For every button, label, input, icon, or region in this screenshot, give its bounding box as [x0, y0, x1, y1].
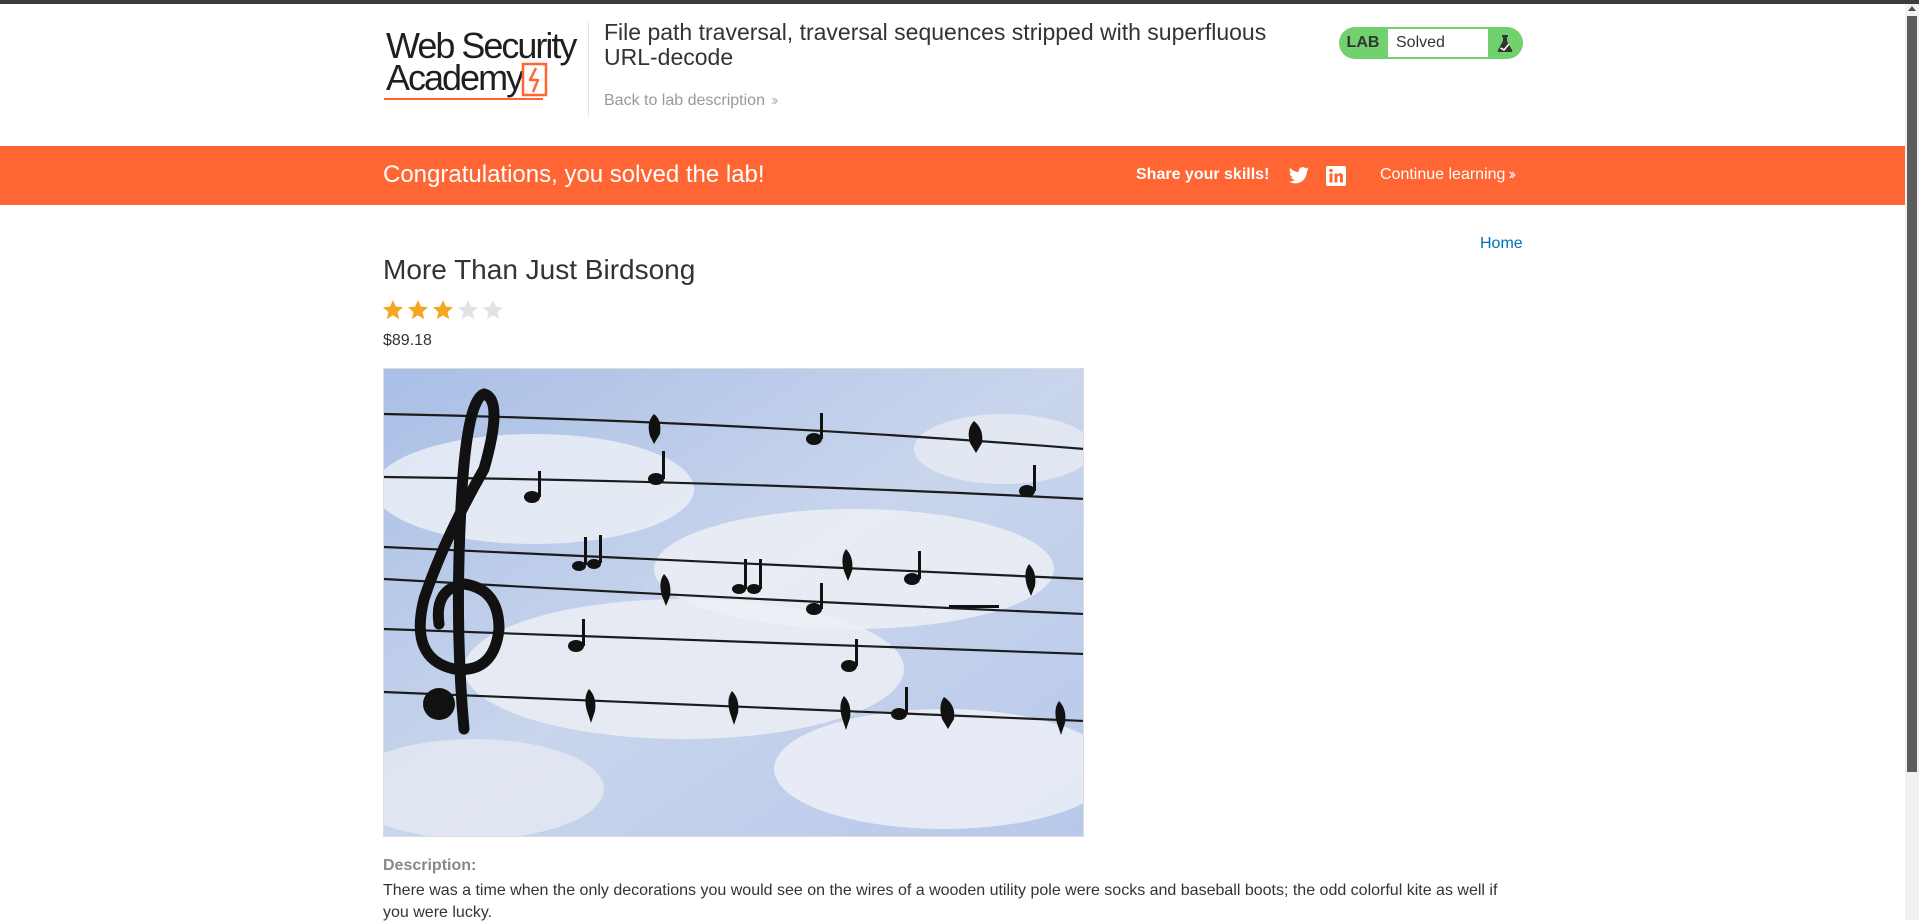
- flask-icon: [1497, 35, 1513, 52]
- solved-banner: Congratulations, you solved the lab! Sha…: [0, 146, 1905, 205]
- star-icon-4: [458, 300, 478, 320]
- scroll-up-arrow-icon[interactable]: [1908, 6, 1916, 11]
- back-link-label: Back to lab description: [604, 92, 765, 109]
- home-link[interactable]: Home: [1480, 235, 1523, 253]
- logo-mark-icon: [384, 62, 548, 100]
- chevron-right-icon: ››: [1508, 166, 1515, 183]
- header-divider: [588, 22, 589, 116]
- lab-status-prefix: LAB: [1346, 34, 1380, 51]
- lab-status-badge: LAB Solved: [1339, 27, 1523, 59]
- star-icon-2: [408, 300, 428, 320]
- twitter-icon[interactable]: [1288, 166, 1310, 186]
- share-label: Share your skills!: [1136, 166, 1270, 183]
- congratulations-message: Congratulations, you solved the lab!: [383, 161, 765, 188]
- web-security-academy-logo[interactable]: Web Security Academy: [383, 24, 583, 104]
- product-title: More Than Just Birdsong: [383, 254, 696, 285]
- continue-learning-link[interactable]: Continue learning ››: [1380, 166, 1516, 184]
- star-icon-5: [483, 300, 503, 320]
- lab-status-value: Solved: [1388, 29, 1488, 57]
- vertical-scrollbar[interactable]: [1905, 4, 1919, 920]
- header: Web Security Academy File path traversal…: [0, 4, 1905, 146]
- birds-on-wires-music-image: [384, 369, 1083, 836]
- scrollbar-thumb[interactable]: [1907, 16, 1917, 772]
- description-label: Description:: [383, 857, 477, 874]
- lab-title: File path traversal, traversal sequences…: [604, 19, 1267, 70]
- product-description: There was a time when the only decoratio…: [383, 882, 1498, 921]
- product-price: $89.18: [383, 332, 432, 349]
- page: Web Security Academy File path traversal…: [0, 4, 1905, 921]
- product-image: [383, 368, 1084, 837]
- star-icon-1: [383, 300, 403, 320]
- back-to-lab-description-link[interactable]: Back to lab description ››: [604, 92, 778, 110]
- continue-learning-label: Continue learning: [1380, 166, 1506, 183]
- star-icon-3: [433, 300, 453, 320]
- chevron-right-icon: ››: [770, 92, 778, 109]
- linkedin-icon[interactable]: [1326, 166, 1346, 186]
